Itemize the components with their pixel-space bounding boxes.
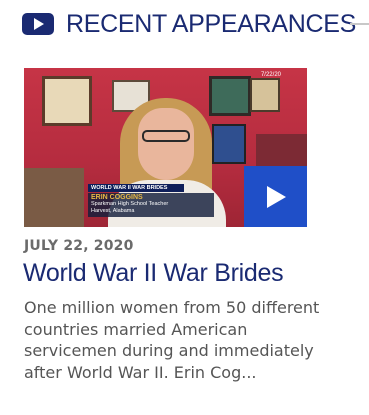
play-button[interactable]: [244, 166, 307, 227]
play-icon: [266, 185, 286, 208]
recent-appearances-widget: RECENT APPEARANCES 7/22/20 WORLD WAR II …: [0, 0, 369, 415]
video-lower-third: WORLD WAR II WAR BRIDES ERIN COGGINS Spa…: [88, 184, 248, 217]
thumbnail-wall-art: [209, 76, 251, 116]
header-divider: [350, 23, 369, 25]
thumbnail-person-face: [138, 108, 194, 180]
lower-third-topic: WORLD WAR II WAR BRIDES: [88, 184, 184, 192]
lower-third-role: Sparkman High School Teacher: [91, 201, 169, 207]
video-timestamp: 7/22/20: [260, 72, 281, 78]
thumbnail-wall-art: [42, 76, 92, 126]
video-play-icon: [22, 13, 54, 35]
video-thumbnail[interactable]: 7/22/20 WORLD WAR II WAR BRIDES ERIN COG…: [24, 68, 307, 227]
lower-third-name: ERIN COGGINS: [91, 194, 143, 201]
section-title: RECENT APPEARANCES: [66, 10, 357, 38]
section-header: RECENT APPEARANCES: [22, 8, 369, 40]
play-triangle-icon: [34, 18, 44, 30]
lower-third-name-box: ERIN COGGINS Sparkman High School Teache…: [88, 193, 214, 217]
thumbnail-wall-art: [250, 78, 280, 112]
post-title-link[interactable]: World War II War Brides: [23, 259, 284, 288]
post-date: JULY 22, 2020: [24, 238, 134, 254]
post-excerpt: One million women from 50 different coun…: [24, 298, 320, 382]
lower-third-place: Harvest, Alabama: [91, 208, 135, 214]
thumbnail-person-glasses: [142, 130, 190, 142]
thumbnail-wall-frame: [212, 124, 246, 164]
thumbnail-cabinet: [24, 168, 84, 227]
